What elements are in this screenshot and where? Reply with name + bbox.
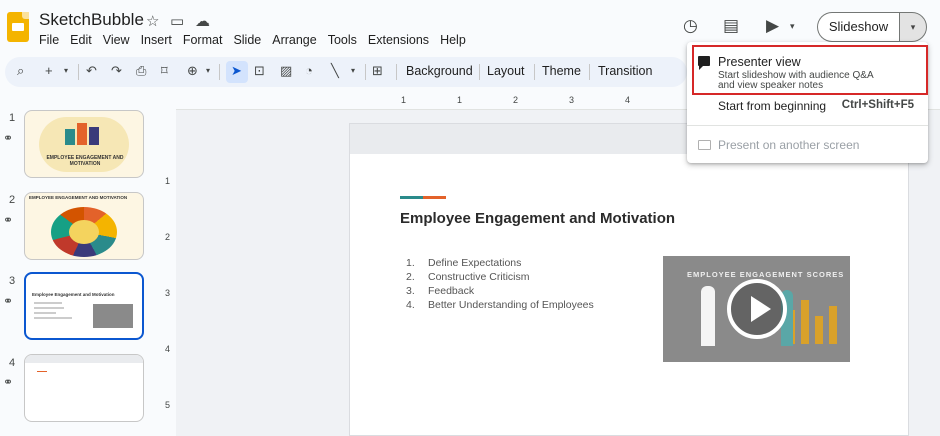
background-button[interactable]: Background xyxy=(406,64,473,78)
presenter-view-item[interactable]: Presenter view xyxy=(718,55,801,69)
print-icon[interactable]: ⎙ xyxy=(136,63,146,79)
menu-divider xyxy=(687,125,928,126)
slide-number: 2 xyxy=(9,194,16,206)
menu-tools[interactable]: Tools xyxy=(328,33,363,47)
menu-bar: File Edit View Insert Format Slide Arran… xyxy=(39,33,477,47)
transition-button[interactable]: Transition xyxy=(598,64,652,78)
video-caption: EMPLOYEE ENGAGEMENT SCORES xyxy=(687,270,845,279)
ruler-number: 1 xyxy=(165,176,171,186)
embedded-video[interactable]: EMPLOYEE ENGAGEMENT SCORES xyxy=(663,256,850,362)
slide-thumbnail-2[interactable]: EMPLOYEE ENGAGEMENT AND MOTIVATION xyxy=(24,192,144,260)
version-history-icon[interactable]: ◷ xyxy=(683,16,698,36)
link-icon: ⚭ xyxy=(3,375,14,389)
list-item: 2. Constructive Criticism xyxy=(406,271,530,283)
slide-number: 3 xyxy=(9,275,16,287)
list-item: 3. Feedback xyxy=(406,285,475,297)
cloud-status-icon[interactable]: ☁ xyxy=(195,12,210,30)
slides-logo-icon[interactable] xyxy=(7,12,29,42)
start-from-beginning-item[interactable]: Start from beginning xyxy=(718,99,826,113)
ruler-number: 1 xyxy=(401,95,407,105)
thumbnail-title: EMPLOYEE ENGAGEMENT AND MOTIVATION xyxy=(46,155,124,167)
vertical-ruler: 1 2 3 4 5 xyxy=(161,110,176,436)
thumbnail-title: EMPLOYEE ENGAGEMENT AND MOTIVATION xyxy=(29,195,128,200)
ruler-number: 4 xyxy=(625,95,631,105)
undo-icon[interactable]: ↶ xyxy=(86,63,97,79)
ruler-number: 4 xyxy=(165,344,171,354)
insert-comment-icon[interactable]: ⊞ xyxy=(372,63,383,79)
layout-button[interactable]: Layout xyxy=(487,64,525,78)
present-on-another-screen-item[interactable]: Present on another screen xyxy=(718,138,859,152)
presenter-view-description: and view speaker notes xyxy=(718,80,824,91)
menu-file[interactable]: File xyxy=(39,33,65,47)
menu-insert[interactable]: Insert xyxy=(141,33,178,47)
thumbnail-title: Employee Engagement and Motivation xyxy=(32,292,115,297)
meet-chevron-down-icon[interactable]: ▾ xyxy=(790,21,795,32)
link-icon: ⚭ xyxy=(3,294,14,308)
slide-bullet-list[interactable]: 1. Define Expectations 2. Constructive Cri… xyxy=(406,256,594,312)
menu-arrange[interactable]: Arrange xyxy=(272,33,322,47)
text-box-icon[interactable]: ⊡ xyxy=(254,63,265,79)
menu-format[interactable]: Format xyxy=(183,33,229,47)
current-slide[interactable]: Employee Engagement and Motivation 1. Def… xyxy=(349,123,909,436)
line-icon[interactable]: ╲ xyxy=(331,63,339,79)
star-icon[interactable]: ☆ xyxy=(146,12,159,30)
ruler-number: 5 xyxy=(165,400,171,410)
ruler-number: 2 xyxy=(165,232,171,242)
list-item: 1. Define Expectations xyxy=(406,257,522,269)
link-icon: ⚭ xyxy=(3,213,14,227)
cursor-icon[interactable]: ➤ xyxy=(231,63,242,79)
presenter-view-icon xyxy=(698,56,710,70)
cast-icon xyxy=(698,140,711,150)
menu-edit[interactable]: Edit xyxy=(70,33,98,47)
list-item: 4. Better Understanding of Employees xyxy=(406,299,594,311)
play-icon[interactable] xyxy=(727,279,787,339)
shape-icon[interactable]: ◔ xyxy=(305,63,313,78)
slide-thumbnail-3[interactable]: Employee Engagement and Motivation xyxy=(24,272,144,340)
search-menus-icon[interactable]: ⌕ xyxy=(17,63,24,79)
slide-title[interactable]: Employee Engagement and Motivation xyxy=(400,210,675,227)
slide-number: 1 xyxy=(9,112,16,124)
slide-thumbnail-4[interactable] xyxy=(24,354,144,422)
redo-icon[interactable]: ↷ xyxy=(111,63,122,79)
image-icon[interactable]: ▨ xyxy=(280,63,292,79)
line-chevron-down-icon[interactable]: ▾ xyxy=(351,66,355,75)
ruler-number: 3 xyxy=(165,288,171,298)
new-slide-icon[interactable]: + xyxy=(45,63,53,78)
slideshow-menu: Presenter view Start slideshow with audi… xyxy=(687,42,928,163)
meet-video-icon[interactable]: ▶ xyxy=(766,16,779,36)
move-folder-icon[interactable]: ▭ xyxy=(170,12,184,30)
toolbar: ⌕ + ▾ ↶ ↷ ⎙ ⌑ ⊕ ▾ ➤ ⊡ ▨ ◔ ╲ ▾ ⊞ Backgrou… xyxy=(5,57,687,87)
menu-extensions[interactable]: Extensions xyxy=(368,33,435,47)
new-slide-chevron-down-icon[interactable]: ▾ xyxy=(64,66,68,75)
document-title[interactable]: SketchBubble xyxy=(39,10,144,30)
ruler-number: 1 xyxy=(457,95,463,105)
ruler-number: 3 xyxy=(569,95,575,105)
title-accent-bar xyxy=(400,196,446,199)
theme-button[interactable]: Theme xyxy=(542,64,581,78)
slide-thumbnail-1[interactable]: EMPLOYEE ENGAGEMENT AND MOTIVATION xyxy=(24,110,144,178)
zoom-icon[interactable]: ⊕ xyxy=(187,63,198,79)
slide-filmstrip: 1 ⚭ EMPLOYEE ENGAGEMENT AND MOTIVATION 2… xyxy=(0,92,160,436)
keyboard-shortcut: Ctrl+Shift+F5 xyxy=(841,99,914,111)
slideshow-button[interactable]: Slideshow xyxy=(817,12,899,42)
menu-help[interactable]: Help xyxy=(440,33,472,47)
comments-icon[interactable]: ▤ xyxy=(723,16,739,36)
zoom-chevron-down-icon[interactable]: ▾ xyxy=(206,66,210,75)
slide-number: 4 xyxy=(9,357,16,369)
link-icon: ⚭ xyxy=(3,131,14,145)
slideshow-dropdown-button[interactable]: ▾ xyxy=(899,12,927,42)
ruler-number: 2 xyxy=(513,95,519,105)
menu-slide[interactable]: Slide xyxy=(233,33,267,47)
menu-view[interactable]: View xyxy=(103,33,136,47)
paint-format-icon[interactable]: ⌑ xyxy=(161,63,168,79)
